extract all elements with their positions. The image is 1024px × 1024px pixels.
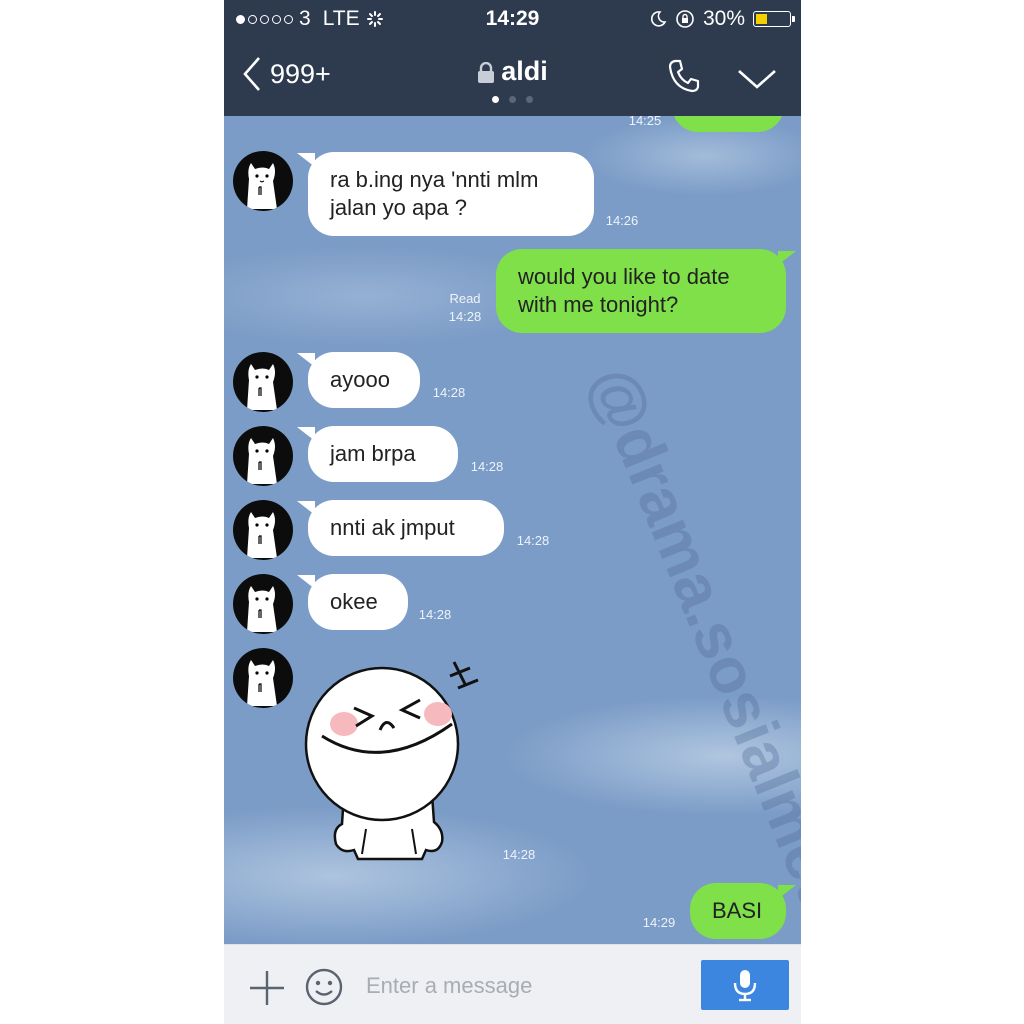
battery-percent: 30% (702, 7, 745, 30)
message-text: ayooo (330, 367, 390, 392)
incoming-bubble[interactable]: ayooo (308, 352, 420, 408)
moon-icon (650, 11, 667, 27)
incoming-bubble[interactable]: ra b.ing nya 'nnti mlm jalan yo apa ? (308, 152, 594, 236)
message-input[interactable]: Enter a message (366, 973, 532, 999)
message-time: 14:28 (432, 385, 466, 400)
message-text: okee (330, 589, 378, 614)
page-indicator (224, 96, 801, 103)
outgoing-bubble[interactable]: BASI (690, 883, 786, 939)
laughing-sticker[interactable] (302, 654, 492, 866)
contact-avatar[interactable] (233, 352, 293, 412)
cat-avatar-icon (247, 364, 277, 410)
cat-avatar-icon (247, 512, 277, 558)
message-time: 14:25 (628, 116, 662, 128)
message-time: 14:28 (516, 533, 550, 548)
plus-icon[interactable] (248, 969, 286, 1007)
read-receipt: Read 14:28 (448, 291, 482, 324)
phone-screen: 3 LTE 14:29 30% 999+ aldi @drama.sosialm… (224, 0, 801, 1024)
contact-avatar[interactable] (233, 648, 293, 708)
incoming-bubble[interactable]: jam brpa (308, 426, 458, 482)
voice-button[interactable] (701, 960, 789, 1010)
message-text: with me tonight? (518, 292, 679, 317)
emoji-icon[interactable] (304, 967, 344, 1007)
chat-header: 999+ aldi (224, 38, 801, 116)
status-right: 30% (649, 7, 795, 31)
contact-avatar[interactable] (233, 500, 293, 560)
message-time: 14:29 (642, 915, 676, 930)
incoming-bubble[interactable]: okee (308, 574, 408, 630)
contact-avatar[interactable] (233, 151, 293, 211)
battery-icon (753, 11, 795, 27)
message-text: nnti ak jmput (330, 515, 455, 540)
outgoing-bubble[interactable]: would you like to date with me tonight? (496, 249, 786, 333)
outgoing-bubble-partial[interactable] (672, 116, 784, 132)
message-time: 14:28 (418, 607, 452, 622)
message-time: 14:28 (470, 459, 504, 474)
message-input-bar: Enter a message (224, 944, 801, 1024)
lock-icon (478, 61, 495, 83)
cat-avatar-icon (247, 438, 277, 484)
cat-avatar-icon (247, 586, 277, 632)
message-text: would you like to date (518, 264, 730, 289)
message-time: 14:28 (502, 847, 536, 862)
cat-avatar-icon (247, 660, 277, 706)
message-text: jam brpa (330, 441, 416, 466)
watermark-text: @drama.sosialmedia (576, 356, 801, 944)
phone-call-icon[interactable] (667, 58, 701, 94)
chat-title[interactable]: aldi (224, 56, 801, 87)
message-text: ra b.ing nya 'nnti mlm (330, 167, 539, 192)
contact-avatar[interactable] (233, 574, 293, 634)
cat-avatar-icon (247, 163, 277, 209)
message-text: jalan yo apa ? (330, 195, 467, 220)
status-bar: 3 LTE 14:29 30% (224, 0, 801, 38)
microphone-icon (733, 970, 757, 1002)
chevron-down-icon[interactable] (737, 68, 777, 90)
contact-name: aldi (501, 56, 548, 86)
chat-area[interactable]: @drama.sosialmedia 14:25 ra b.ing nya 'n… (224, 116, 801, 944)
rotation-lock-icon (676, 10, 694, 28)
message-time: 14:26 (605, 213, 639, 228)
message-text: BASI (712, 898, 763, 923)
incoming-bubble[interactable]: nnti ak jmput (308, 500, 504, 556)
contact-avatar[interactable] (233, 426, 293, 486)
